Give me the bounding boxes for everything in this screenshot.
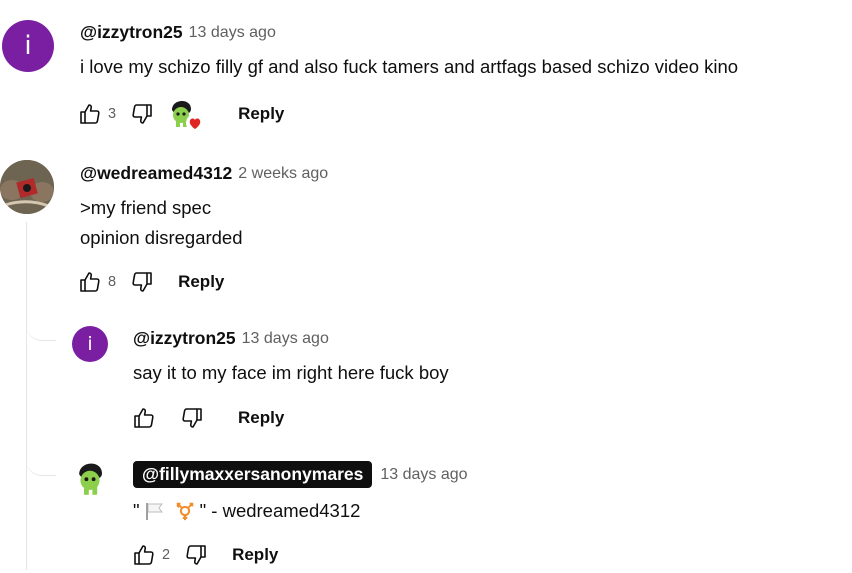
thumbs-down-icon (132, 272, 152, 292)
like-button[interactable] (72, 96, 108, 132)
action-bar: 8 Reply (72, 264, 224, 300)
like-button[interactable] (126, 400, 162, 436)
comment-text: say it to my face im right here fuck boy (133, 362, 449, 383)
avatar-letter: i (87, 333, 93, 355)
creator-heart-icon (186, 114, 205, 132)
like-count: 2 (162, 547, 171, 563)
thumbs-up-icon (80, 272, 100, 292)
like-count: 3 (108, 106, 117, 122)
author-name-highlighted[interactable]: @fillymaxxersanonymares (133, 461, 373, 488)
avatar[interactable]: i (2, 20, 54, 72)
dislike-button[interactable] (174, 400, 210, 436)
action-bar: Reply (126, 400, 284, 436)
comment-header: @wedreamed4312 2 weeks ago (80, 163, 328, 184)
like-button[interactable] (72, 264, 108, 300)
thread-curve (26, 435, 56, 476)
comment-header: @izzytron25 13 days ago (80, 22, 276, 43)
pony-avatar-icon (79, 463, 102, 495)
reply-button[interactable]: Reply (238, 408, 284, 428)
timestamp[interactable]: 13 days ago (380, 466, 467, 484)
action-bar: 2 Reply (126, 537, 278, 573)
reply-button[interactable]: Reply (178, 272, 224, 292)
thread-curve (26, 300, 56, 341)
transgender-symbol-icon (176, 502, 193, 521)
comment-header: @fillymaxxersanonymares 13 days ago (133, 461, 468, 488)
dislike-button[interactable] (124, 96, 160, 132)
thumbs-down-icon (186, 545, 206, 565)
reply-button[interactable]: Reply (238, 104, 284, 124)
timestamp[interactable]: 2 weeks ago (238, 165, 328, 183)
like-count: 8 (108, 274, 117, 290)
thumbs-down-icon (132, 104, 152, 124)
comment-text: i love my schizo filly gf and also fuck … (80, 56, 739, 77)
dislike-button[interactable] (124, 264, 160, 300)
dislike-button[interactable] (178, 537, 214, 573)
thumbs-up-icon (134, 545, 154, 565)
author-name[interactable]: @izzytron25 (133, 328, 236, 349)
quote-open: " (133, 500, 140, 521)
quote-close: " - wedreamed4312 (199, 500, 361, 521)
avatar[interactable]: i (72, 326, 108, 362)
avatar[interactable] (72, 460, 108, 496)
thread-line (26, 222, 27, 570)
thumbs-up-icon (80, 104, 100, 124)
comment-header: @izzytron25 13 days ago (133, 328, 329, 349)
like-button[interactable] (126, 537, 162, 573)
action-bar: 3 Reply (72, 96, 284, 132)
comment-text: " " - wedreamed4312 (133, 500, 360, 522)
timestamp[interactable]: 13 days ago (242, 330, 329, 348)
comment-text: >my friend spec (80, 197, 212, 218)
author-name[interactable]: @wedreamed4312 (80, 163, 232, 184)
comment-text: opinion disregarded (80, 227, 243, 248)
reply-button[interactable]: Reply (232, 545, 278, 565)
thumbs-down-icon (182, 408, 202, 428)
avatar-letter: i (24, 31, 32, 61)
avatar[interactable] (0, 160, 54, 214)
author-name[interactable]: @izzytron25 (80, 22, 183, 43)
thumbs-up-icon (134, 408, 154, 428)
avatar-image-icon (0, 160, 54, 214)
white-flag-icon (145, 503, 163, 520)
creator-heart (166, 96, 206, 132)
timestamp[interactable]: 13 days ago (189, 24, 276, 42)
